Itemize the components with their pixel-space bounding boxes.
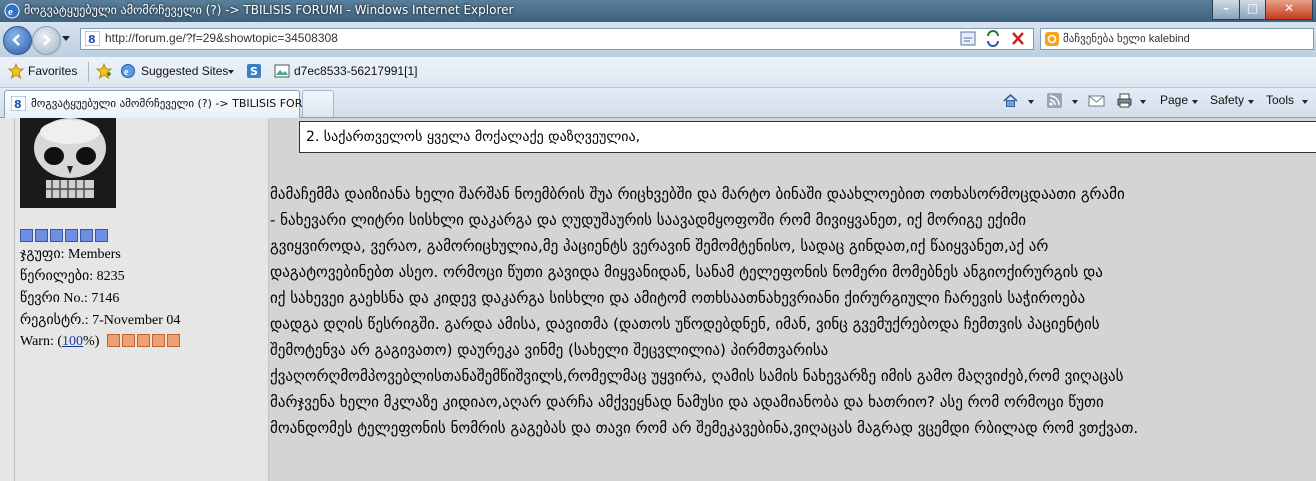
back-arrow-icon [12, 34, 20, 46]
rank-pip [65, 229, 78, 242]
print-dropdown-icon[interactable] [1140, 100, 1146, 104]
maximize-button[interactable]: □ [1239, 0, 1266, 20]
feeds-icon[interactable] [1046, 92, 1063, 109]
post-line: - ნახევარი ლიტრი სისხლი დაკარგა და ღუდუშ… [270, 211, 1027, 229]
tab-label: მოგვატყუებული ამომრჩეველი (?) -> TBILISI… [31, 97, 321, 110]
close-button[interactable]: ✕ [1265, 0, 1313, 20]
quote-text: 2. საქართველოს ყველა მოქალაქე დაზღვეულია… [306, 129, 641, 145]
refresh-icon[interactable] [984, 30, 1002, 47]
post-line: იქ სახევეი გაეხსნა და კიდევ დაკარგა სისხ… [270, 289, 1086, 307]
safety-dropdown-icon[interactable] [1248, 100, 1254, 104]
warn-pips [106, 334, 182, 350]
bing-search-icon [1045, 32, 1059, 46]
user-avatar [20, 118, 116, 208]
svg-text:e: e [8, 6, 13, 18]
forum-favicon-icon: 8 [85, 31, 100, 46]
post-line: დაგატოვებინებთ ასეო. ორმოცი წუთი გავიდა … [270, 263, 1103, 281]
user-info-column: ჯგუფი: Members წერილები: 8235 წევრი No.:… [0, 118, 269, 481]
post-line: შემოტენვა არ გაგივათო) დაურეკა ვინმე (სა… [270, 341, 829, 359]
post-line: მარჯვენა ხელი მკლაზე კიდიაო,აღარ დარჩა ა… [270, 393, 1104, 411]
warn-pip [151, 334, 165, 347]
quote-box: 2. საქართველოს ყველა მოქალაქე დაზღვეულია… [299, 121, 1316, 153]
suggested-sites-dropdown-icon[interactable] [228, 70, 234, 74]
compatibility-view-icon[interactable] [959, 30, 977, 47]
new-tab-button[interactable] [302, 90, 334, 117]
warn-pip [166, 334, 180, 347]
warn-pip [136, 334, 150, 347]
favorites-star-icon [8, 63, 24, 79]
read-mail-icon[interactable] [1088, 92, 1105, 109]
post-line: დადგა დღის წესრიგში. გარდა ამისა, დავითმ… [270, 315, 1100, 333]
rank-pips [20, 229, 110, 242]
image-link[interactable]: d7ec8533-56217991[1] [294, 64, 417, 78]
navigation-bar: 8 http://forum.ge/?f=29&showtopic=345083… [0, 22, 1316, 57]
favorites-button[interactable]: Favorites [28, 64, 77, 78]
image-link-icon [274, 64, 290, 78]
forward-arrow-icon [43, 34, 51, 46]
svg-text:8: 8 [14, 98, 22, 111]
warn-prefix: Warn: ( [20, 334, 63, 350]
post-line: მამაჩემმა დაიზიანა ხელი შარშან ნოემბრის … [270, 185, 1125, 203]
warn-level-link[interactable]: 100 [62, 334, 83, 349]
page-dropdown-icon[interactable] [1192, 100, 1198, 104]
back-button[interactable] [3, 26, 32, 55]
recent-pages-dropdown-icon[interactable] [62, 36, 70, 41]
ie-app-icon: e [4, 3, 20, 19]
tab-current[interactable]: 8 მოგვატყუებული ამომრჩეველი (?) -> TBILI… [4, 90, 321, 118]
column-edge [14, 118, 15, 481]
favorites-bar: Favorites e Suggested Sites S d7ec8533-5… [0, 57, 1316, 88]
safety-menu[interactable]: Safety [1210, 93, 1244, 107]
svg-text:e: e [124, 67, 129, 78]
page-content: ჯგუფი: Members წერილები: 8235 წევრი No.:… [0, 118, 1316, 481]
user-warn: Warn: (100%) [20, 334, 182, 350]
user-registered: რეგისტრ.: 7-November 04 [20, 313, 181, 328]
user-post-count: წერილები: 8235 [20, 269, 125, 284]
post-line: მოანდომეს ტელეფონის ნომრის გაგებას და თა… [270, 419, 1139, 437]
search-text[interactable]: მაჩვენება ხელი kalebind [1063, 32, 1190, 45]
rank-pip [95, 229, 108, 242]
add-favorite-icon[interactable] [96, 63, 112, 79]
warn-suffix: %) [83, 334, 100, 350]
window-title-bar[interactable]: e მოგვატყუებული ამომრჩეველი (?) -> TBILI… [0, 0, 1316, 22]
suggested-sites-icon: e [121, 64, 135, 78]
rank-pip [20, 229, 33, 242]
warn-pip [106, 334, 120, 347]
search-box[interactable]: მაჩვენება ხელი kalebind [1040, 28, 1314, 50]
tools-dropdown-icon[interactable] [1302, 100, 1308, 104]
user-group: ჯგუფი: Members [20, 247, 121, 262]
favorites-separator [88, 62, 89, 82]
warn-pip [121, 334, 135, 347]
feeds-dropdown-icon[interactable] [1072, 100, 1078, 104]
home-dropdown-icon[interactable] [1028, 100, 1034, 104]
rank-pip [50, 229, 63, 242]
suggested-sites-link[interactable]: Suggested Sites [141, 64, 228, 78]
address-bar[interactable]: 8 http://forum.ge/?f=29&showtopic=345083… [80, 28, 1034, 50]
post-line: ქვაღორღმომპოვებლისთანაშემწიშვილს,რომელმა… [270, 367, 1124, 385]
rank-pip [35, 229, 48, 242]
stop-icon[interactable] [1009, 30, 1027, 47]
svg-text:S: S [250, 65, 258, 78]
page-menu[interactable]: Page [1160, 93, 1188, 107]
forward-button[interactable] [32, 26, 61, 55]
skype-link-icon[interactable]: S [246, 63, 262, 79]
post-line: გვიყვიროდა, ვერაო, გამორიცხულია,მე პაციე… [270, 237, 1049, 255]
minimize-button[interactable]: – [1212, 0, 1240, 20]
forum-favicon-icon: 8 [11, 96, 26, 111]
address-url[interactable]: http://forum.ge/?f=29&showtopic=34508308 [105, 31, 338, 45]
svg-text:8: 8 [88, 33, 96, 46]
user-member-number: წევრი No.: 7146 [20, 291, 120, 306]
rank-pip [80, 229, 93, 242]
window-title: მოგვატყუებული ამომრჩეველი (?) -> TBILISI… [24, 3, 514, 17]
tab-bar: 8 მოგვატყუებული ამომრჩეველი (?) -> TBILI… [0, 88, 1316, 118]
tools-menu[interactable]: Tools [1266, 93, 1294, 107]
print-icon[interactable] [1116, 92, 1133, 109]
home-icon[interactable] [1002, 92, 1019, 109]
